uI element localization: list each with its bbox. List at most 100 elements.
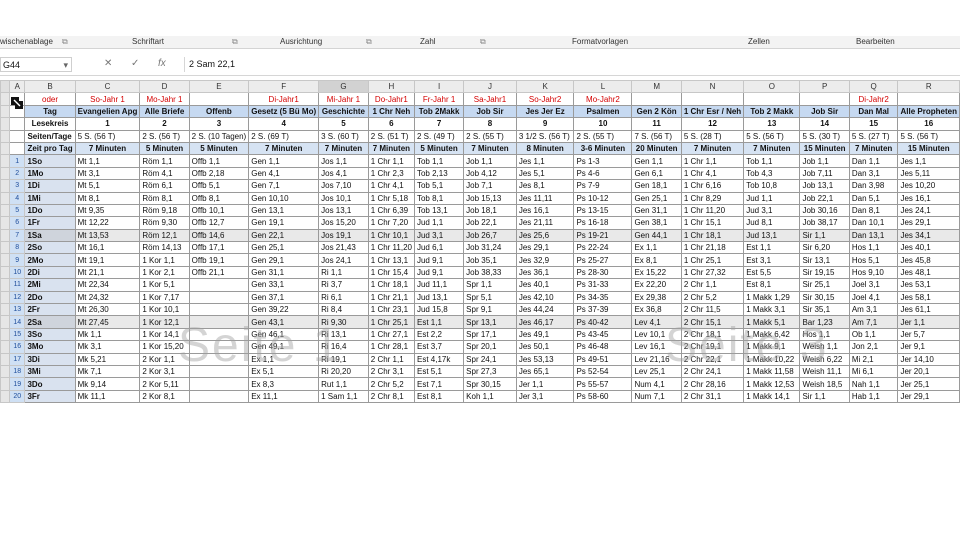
data-cell[interactable]: Jes 29,1 bbox=[897, 216, 960, 230]
data-cell[interactable]: Est 3,1 bbox=[743, 253, 801, 267]
data-cell[interactable]: Mt 9,35 bbox=[74, 203, 141, 218]
data-cell[interactable]: Jes 16,1 bbox=[515, 203, 575, 218]
lesekreis-cell[interactable]: 13 bbox=[743, 117, 801, 131]
column-header-q[interactable]: Q bbox=[848, 79, 899, 94]
data-cell[interactable]: Jes 5,1 bbox=[515, 166, 575, 181]
year-label-cell[interactable]: Mo-Jahr2 bbox=[573, 92, 633, 106]
header-cell[interactable]: Alle Briefe bbox=[139, 104, 190, 119]
year-label-cell[interactable]: Di-Jahr2 bbox=[848, 92, 899, 106]
data-cell[interactable]: Mt 8,1 bbox=[74, 191, 141, 205]
data-cell[interactable]: Jes 34,1 bbox=[897, 228, 960, 243]
data-cell[interactable]: Est 5,5 bbox=[743, 265, 801, 280]
lesekreis-cell[interactable]: 3 bbox=[188, 117, 250, 131]
data-cell[interactable]: Ps 49-51 bbox=[573, 352, 633, 367]
seiten-cell[interactable]: 5 S. (30 T) bbox=[799, 129, 850, 143]
data-cell[interactable]: 1 Chr 4,1 bbox=[680, 166, 745, 181]
data-cell[interactable]: Lev 4,1 bbox=[631, 315, 682, 329]
data-cell[interactable]: Mt 1,1 bbox=[74, 154, 141, 168]
data-cell[interactable]: Mt 5,1 bbox=[74, 179, 141, 193]
data-cell[interactable]: Ex 22,20 bbox=[631, 278, 682, 292]
header-cell[interactable]: Alle Propheten bbox=[897, 104, 960, 119]
data-cell[interactable]: 2 Chr 18,1 bbox=[680, 327, 745, 342]
data-cell[interactable]: Röm 9,30 bbox=[139, 216, 190, 230]
data-cell[interactable]: Gen 18,1 bbox=[631, 179, 682, 193]
header-cell[interactable]: Offenb bbox=[188, 104, 250, 119]
row-header[interactable] bbox=[0, 340, 11, 354]
column-header-h[interactable]: H bbox=[367, 79, 415, 94]
year-label-cell[interactable] bbox=[680, 92, 745, 106]
data-cell[interactable]: Ex 11,1 bbox=[248, 389, 320, 404]
data-cell[interactable]: Ex 36,8 bbox=[631, 303, 682, 317]
data-cell[interactable]: Job 30,16 bbox=[799, 203, 850, 218]
year-label-cell[interactable] bbox=[897, 92, 960, 106]
row-header[interactable] bbox=[0, 166, 11, 181]
seiten-cell[interactable]: 2 S. (55 T) bbox=[573, 129, 633, 143]
data-cell[interactable]: Jos 15,20 bbox=[318, 216, 369, 230]
column-header-r[interactable]: R bbox=[897, 79, 960, 94]
row-number[interactable]: 15 bbox=[9, 327, 26, 342]
data-cell[interactable]: 1 Chr 10,1 bbox=[367, 228, 415, 243]
data-cell[interactable]: Offb 17,1 bbox=[188, 241, 250, 255]
data-cell[interactable]: Rut 1,1 bbox=[318, 377, 369, 391]
data-cell[interactable]: Mt 12,22 bbox=[74, 216, 141, 230]
data-cell[interactable]: Weish 6,22 bbox=[799, 352, 850, 367]
data-cell[interactable] bbox=[188, 352, 250, 367]
data-cell[interactable]: 1 Makk 5,1 bbox=[743, 315, 801, 329]
data-cell[interactable]: Jes 5,11 bbox=[897, 166, 960, 181]
row-header[interactable] bbox=[0, 315, 11, 329]
column-header-k[interactable]: K bbox=[515, 79, 575, 94]
row-header[interactable] bbox=[0, 278, 11, 292]
data-cell[interactable]: Ex 5,1 bbox=[248, 364, 320, 379]
data-cell[interactable]: Mt 26,30 bbox=[74, 303, 141, 317]
data-cell[interactable]: Jer 9,1 bbox=[897, 340, 960, 354]
data-cell[interactable]: Ri 1,1 bbox=[318, 265, 369, 280]
data-cell[interactable]: Ps 4-6 bbox=[573, 166, 633, 181]
data-cell[interactable]: Est 8,1 bbox=[743, 278, 801, 292]
data-cell[interactable]: 2 Chr 5,2 bbox=[680, 290, 745, 305]
data-cell[interactable]: 2 Chr 8,1 bbox=[367, 389, 415, 404]
data-cell[interactable] bbox=[188, 340, 250, 354]
data-cell[interactable]: Mk 1,1 bbox=[74, 327, 141, 342]
lesekreis-cell[interactable]: 12 bbox=[680, 117, 745, 131]
data-cell[interactable]: Gen 1,1 bbox=[248, 154, 320, 168]
year-label-cell[interactable]: Mi-Jahr 1 bbox=[318, 92, 369, 106]
data-cell[interactable]: Job 1,1 bbox=[463, 154, 517, 168]
data-cell[interactable]: Jes 45,8 bbox=[897, 253, 960, 267]
row-number[interactable]: 17 bbox=[9, 352, 26, 367]
data-cell[interactable]: Sir 1,1 bbox=[799, 228, 850, 243]
data-cell[interactable]: Tob 10,8 bbox=[743, 179, 801, 193]
cell[interactable] bbox=[9, 141, 26, 156]
data-cell[interactable]: 1Di bbox=[24, 179, 76, 193]
column-header-e[interactable]: E bbox=[188, 79, 250, 94]
data-cell[interactable]: Tob 1,1 bbox=[743, 154, 801, 168]
data-cell[interactable]: Ri 6,1 bbox=[318, 290, 369, 305]
data-cell[interactable]: Ex 1,1 bbox=[631, 241, 682, 255]
header-cell[interactable]: Evangelien Apg bbox=[74, 104, 141, 119]
data-cell[interactable] bbox=[188, 327, 250, 342]
data-cell[interactable]: Spr 1,1 bbox=[463, 278, 517, 292]
data-cell[interactable]: 1 Chr 21,1 bbox=[367, 290, 415, 305]
data-cell[interactable]: Jes 48,1 bbox=[897, 265, 960, 280]
row-header[interactable] bbox=[0, 389, 11, 404]
data-cell[interactable]: Jes 50,1 bbox=[515, 340, 575, 354]
row-number[interactable]: 20 bbox=[9, 389, 26, 404]
header-cell[interactable]: Gen 2 Kön bbox=[631, 104, 682, 119]
lesekreis-cell[interactable]: 11 bbox=[631, 117, 682, 131]
data-cell[interactable]: Jer 25,1 bbox=[897, 377, 960, 391]
data-cell[interactable]: 1 Chr 6,39 bbox=[367, 203, 415, 218]
data-cell[interactable]: Jud 9,1 bbox=[413, 253, 465, 267]
row-number[interactable]: 11 bbox=[9, 278, 26, 292]
data-cell[interactable]: Jer 29,1 bbox=[897, 389, 960, 404]
data-cell[interactable]: 1 Makk 3,1 bbox=[743, 303, 801, 317]
data-cell[interactable]: Job 22,1 bbox=[799, 191, 850, 205]
data-cell[interactable]: Jes 25,6 bbox=[515, 228, 575, 243]
data-cell[interactable]: Lev 16,1 bbox=[631, 340, 682, 354]
lesekreis-cell[interactable]: 15 bbox=[848, 117, 899, 131]
data-cell[interactable]: Jud 1,1 bbox=[743, 191, 801, 205]
data-cell[interactable]: Gen 37,1 bbox=[248, 290, 320, 305]
data-cell[interactable]: Jes 49,1 bbox=[515, 327, 575, 342]
data-cell[interactable] bbox=[188, 290, 250, 305]
data-cell[interactable]: Jes 44,24 bbox=[515, 303, 575, 317]
data-cell[interactable]: Dan 3,1 bbox=[848, 166, 899, 181]
data-cell[interactable]: Tob 1,1 bbox=[413, 154, 465, 168]
